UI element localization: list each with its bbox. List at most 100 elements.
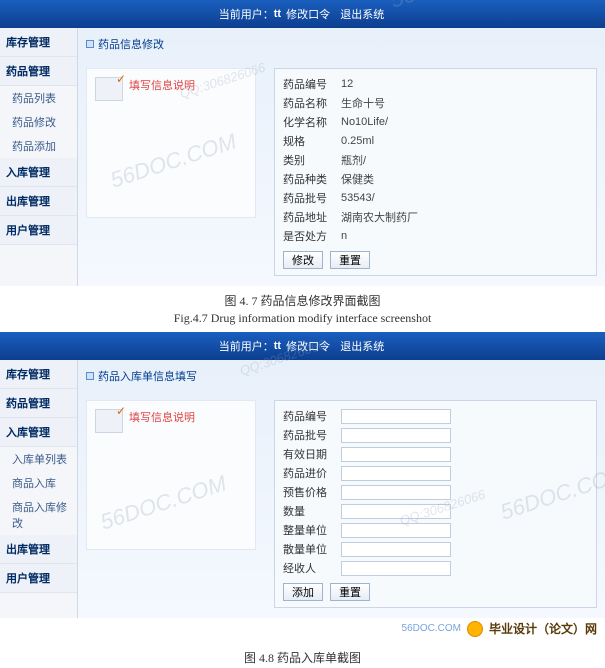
field-label: 药品地址: [283, 209, 341, 225]
field-input[interactable]: [341, 409, 451, 424]
footer-brand: 56DOC.COM 毕业设计（论文）网: [0, 618, 605, 643]
caption-zh: 图 4. 7 药品信息修改界面截图: [0, 286, 605, 311]
field-value: 12: [341, 78, 353, 90]
brand-url: 56DOC.COM: [402, 623, 461, 634]
field-label: 药品批号: [283, 190, 341, 206]
note-title: 填写信息说明: [129, 77, 195, 93]
field-value: 生命十号: [341, 95, 385, 111]
sidebar-group-inbound[interactable]: 入库管理: [0, 418, 77, 447]
figure-4-7: 当前用户： tt 修改口令 退出系统 库存管理 药品管理 药品列表 药品修改 药…: [0, 0, 605, 286]
square-icon: [86, 372, 94, 380]
sidebar: 库存管理 药品管理 药品列表 药品修改 药品添加 入库管理 出库管理 用户管理: [0, 28, 78, 286]
form-row: 药品名称生命十号: [283, 94, 588, 112]
form-row: 药品批号53543/: [283, 189, 588, 207]
form-row: 有效日期: [283, 445, 588, 463]
sidebar-group-user[interactable]: 用户管理: [0, 216, 77, 245]
reset-button[interactable]: 重置: [330, 251, 370, 269]
field-label: 是否处方: [283, 228, 341, 244]
form-row: 预售价格: [283, 483, 588, 501]
field-label: 散量单位: [283, 541, 341, 557]
topbar: 当前用户： tt 修改口令 退出系统: [0, 0, 605, 28]
field-input[interactable]: [341, 466, 451, 481]
figure-4-8: 当前用户： tt 修改口令 退出系统 库存管理 药品管理 入库管理 入库单列表 …: [0, 332, 605, 618]
sidebar-group-inventory[interactable]: 库存管理: [0, 28, 77, 57]
field-label: 数量: [283, 503, 341, 519]
brand-text: 毕业设计（论文）网: [489, 620, 597, 637]
sidebar-group-inbound[interactable]: 入库管理: [0, 158, 77, 187]
sidebar-item-drug-list[interactable]: 药品列表: [0, 86, 77, 110]
form-row: 药品地址湖南农大制药厂: [283, 208, 588, 226]
submit-button[interactable]: 修改: [283, 251, 323, 269]
field-input[interactable]: [341, 542, 451, 557]
form-row: 类别瓶剂/: [283, 151, 588, 169]
panel-title: 药品入库单信息填写: [86, 364, 597, 388]
field-input[interactable]: [341, 561, 451, 576]
caption-en: Fig.4.7 Drug information modify interfac…: [0, 311, 605, 332]
note-icon: [95, 77, 123, 101]
sidebar: 库存管理 药品管理 入库管理 入库单列表 商品入库 商品入库修改 出库管理 用户…: [0, 360, 78, 618]
field-value: 瓶剂/: [341, 152, 366, 168]
main-panel: 药品信息修改 填写信息说明 药品编号12药品名称生命十号化学名称No10Life…: [78, 28, 605, 286]
field-label: 药品进价: [283, 465, 341, 481]
topbar: 当前用户： tt 修改口令 退出系统: [0, 332, 605, 360]
note-panel: 填写信息说明: [86, 400, 256, 550]
logout-link[interactable]: 退出系统: [340, 6, 384, 22]
sidebar-item-drug-add[interactable]: 药品添加: [0, 134, 77, 158]
field-label: 药品批号: [283, 427, 341, 443]
form-row: 是否处方n: [283, 227, 588, 245]
field-value: 湖南农大制药厂: [341, 209, 418, 225]
reset-button[interactable]: 重置: [330, 583, 370, 601]
form-row: 经收人: [283, 559, 588, 577]
panel-title-text: 药品信息修改: [98, 36, 164, 52]
caption-zh: 图 4.8 药品入库单截图: [0, 643, 605, 668]
field-value: n: [341, 230, 347, 242]
sidebar-item-goods-inbound-modify[interactable]: 商品入库修改: [0, 495, 77, 535]
sidebar-group-user[interactable]: 用户管理: [0, 564, 77, 593]
panel-title: 药品信息修改: [86, 32, 597, 56]
field-label: 经收人: [283, 560, 341, 576]
sidebar-item-goods-inbound[interactable]: 商品入库: [0, 471, 77, 495]
form-row: 药品编号: [283, 407, 588, 425]
sidebar-group-drug[interactable]: 药品管理: [0, 389, 77, 418]
field-input[interactable]: [341, 523, 451, 538]
button-bar: 修改 重置: [283, 251, 588, 269]
field-label: 药品名称: [283, 95, 341, 111]
logout-link[interactable]: 退出系统: [340, 338, 384, 354]
form-row: 药品编号12: [283, 75, 588, 93]
sidebar-item-inbound-list[interactable]: 入库单列表: [0, 447, 77, 471]
form-row: 规格0.25ml: [283, 132, 588, 150]
form-row: 化学名称No10Life/: [283, 113, 588, 131]
field-value: 53543/: [341, 192, 375, 204]
field-label: 药品种类: [283, 171, 341, 187]
form-row: 整量单位: [283, 521, 588, 539]
field-input[interactable]: [341, 504, 451, 519]
panel-title-text: 药品入库单信息填写: [98, 368, 197, 384]
field-input[interactable]: [341, 447, 451, 462]
form: 药品编号12药品名称生命十号化学名称No10Life/规格0.25ml类别瓶剂/…: [274, 68, 597, 276]
current-user-label: 当前用户：: [219, 338, 274, 354]
field-value: No10Life/: [341, 116, 388, 128]
form-row: 散量单位: [283, 540, 588, 558]
sidebar-group-drug[interactable]: 药品管理: [0, 57, 77, 86]
change-password-link[interactable]: 修改口令: [286, 6, 330, 22]
note-title: 填写信息说明: [129, 409, 195, 425]
sidebar-group-inventory[interactable]: 库存管理: [0, 360, 77, 389]
sidebar-group-outbound[interactable]: 出库管理: [0, 187, 77, 216]
field-label: 规格: [283, 133, 341, 149]
field-label: 类别: [283, 152, 341, 168]
field-input[interactable]: [341, 485, 451, 500]
form: 药品编号药品批号有效日期药品进价预售价格数量整量单位散量单位经收人 添加 重置: [274, 400, 597, 608]
current-user-label: 当前用户：: [219, 6, 274, 22]
field-label: 有效日期: [283, 446, 341, 462]
field-value: 0.25ml: [341, 135, 374, 147]
square-icon: [86, 40, 94, 48]
field-label: 整量单位: [283, 522, 341, 538]
field-label: 化学名称: [283, 114, 341, 130]
change-password-link[interactable]: 修改口令: [286, 338, 330, 354]
field-input[interactable]: [341, 428, 451, 443]
submit-button[interactable]: 添加: [283, 583, 323, 601]
sidebar-item-drug-modify[interactable]: 药品修改: [0, 110, 77, 134]
sidebar-group-outbound[interactable]: 出库管理: [0, 535, 77, 564]
note-panel: 填写信息说明: [86, 68, 256, 218]
main-panel: 药品入库单信息填写 填写信息说明 药品编号药品批号有效日期药品进价预售价格数量整…: [78, 360, 605, 618]
